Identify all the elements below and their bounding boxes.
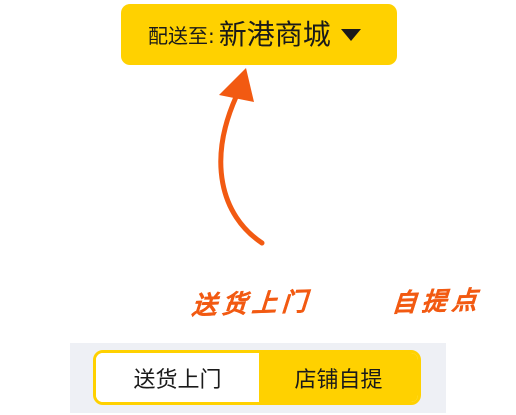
annotation-pickup: 自提点 xyxy=(390,285,483,318)
delivery-address-prefix: 配送至: xyxy=(148,24,215,48)
screen: 配送至: 新港商城 送货上门 自提点 送货上门 店铺自提 xyxy=(0,0,516,415)
tab-home-delivery[interactable]: 送货上门 xyxy=(96,353,259,402)
delivery-mode-toggle: 送货上门 店铺自提 xyxy=(93,350,421,405)
annotation-delivery: 送货上门 xyxy=(190,286,313,321)
annotation-arrow-head xyxy=(219,68,254,102)
caret-down-icon xyxy=(340,28,361,41)
delivery-address-selector[interactable]: 配送至: 新港商城 xyxy=(121,4,397,65)
delivery-address-value: 新港商城 xyxy=(218,17,331,51)
tab-store-pickup[interactable]: 店铺自提 xyxy=(259,353,418,402)
annotation-arrow-shaft xyxy=(218,94,265,246)
